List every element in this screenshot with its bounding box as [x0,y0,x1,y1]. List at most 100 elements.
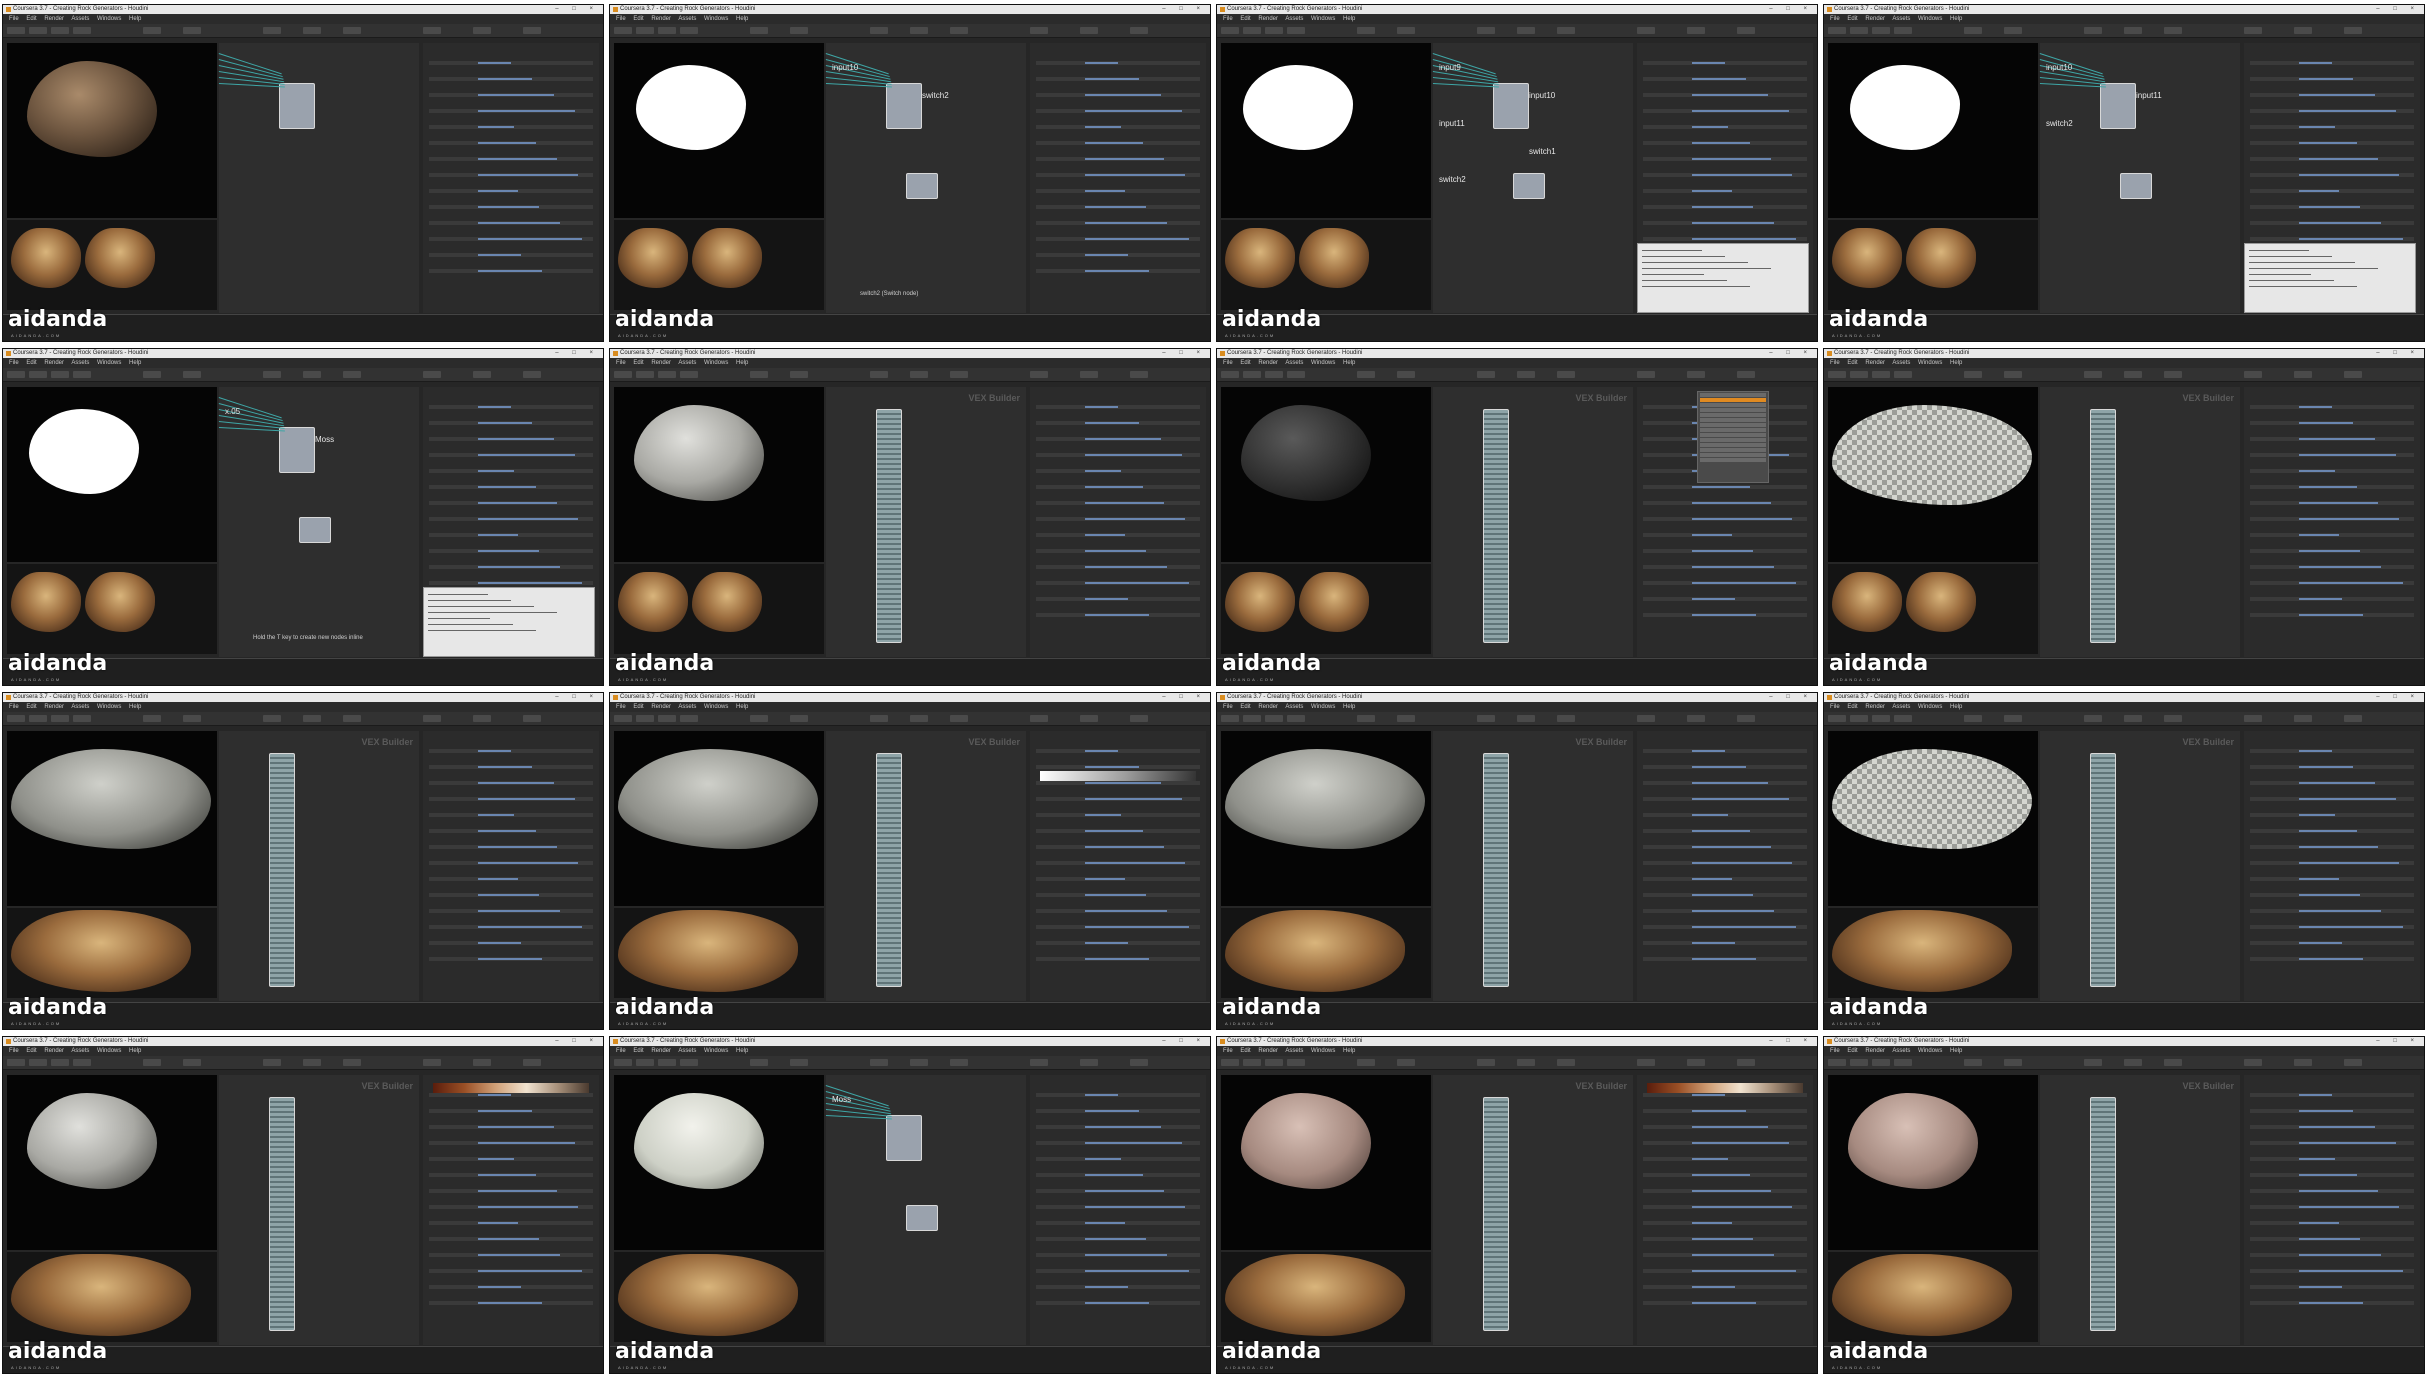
parameter-panel[interactable] [1030,1075,1206,1345]
parameter-slider[interactable] [429,957,593,961]
shelf-tool-button[interactable] [1828,371,1846,378]
window-controls[interactable]: – □ × [1769,5,1813,14]
network-node[interactable] [886,83,922,129]
parameter-slider[interactable] [429,909,593,913]
shelf-tool-button[interactable] [1287,715,1305,722]
parameter-slider[interactable] [1643,237,1807,241]
shelf-tool-button[interactable] [1637,715,1655,722]
shelf-tool-button[interactable] [1687,27,1705,34]
node-network-editor[interactable]: VEX Builder [2040,1075,2240,1345]
parameter-panel[interactable] [423,43,599,313]
shelf-tool-button[interactable] [1030,715,1048,722]
parameter-slider[interactable] [1036,941,1200,945]
shelf-tool-button[interactable] [1477,715,1495,722]
shelf-tool-button[interactable] [343,1059,361,1066]
vop-node-stack[interactable] [876,409,902,643]
shelf-tool-button[interactable] [7,27,25,34]
parameter-slider[interactable] [429,749,593,753]
scene-viewer[interactable] [1828,387,2038,562]
shelf-tool-button[interactable] [950,371,968,378]
shelf-tool-button[interactable] [2294,371,2312,378]
shelf-tool-button[interactable] [2004,1059,2022,1066]
shelf-tool-button[interactable] [263,27,281,34]
parameter-slider[interactable] [1036,1157,1200,1161]
shelf-tool-button[interactable] [1080,371,1098,378]
shelf-tool-button[interactable] [2084,1059,2102,1066]
playbar-timeline[interactable]: aidanda AIDANDA.COM [3,307,603,341]
network-node[interactable] [1513,173,1545,199]
shelf-tool-button[interactable] [1850,27,1868,34]
shelf-tool-button[interactable] [2244,27,2262,34]
parameter-panel[interactable] [2244,1075,2420,1345]
shelf-tool-button[interactable] [343,371,361,378]
shelf-tool-button[interactable] [2124,371,2142,378]
shelf-tool-button[interactable] [1130,1059,1148,1066]
parameter-slider[interactable] [2250,157,2414,161]
vop-node-stack[interactable] [2090,753,2116,987]
window-controls[interactable]: – □ × [1162,349,1206,358]
shelf-tool-button[interactable] [1357,371,1375,378]
shelf-tool-button[interactable] [51,371,69,378]
shelf-tool-button[interactable] [1477,27,1495,34]
parameter-slider[interactable] [429,189,593,193]
shelf-tool-button[interactable] [950,1059,968,1066]
color-ramp[interactable] [1647,1083,1803,1093]
parameter-slider[interactable] [429,1173,593,1177]
dropdown-option[interactable] [1700,438,1766,442]
playbar-timeline[interactable]: aidanda AIDANDA.COM [3,995,603,1029]
window-controls[interactable]: – □ × [1769,693,1813,702]
parameter-slider[interactable] [429,941,593,945]
parameter-slider[interactable] [1643,1189,1807,1193]
shelf-tool-button[interactable] [750,371,768,378]
shelf-tool-button[interactable] [790,371,808,378]
shelf-tool-button[interactable] [1080,1059,1098,1066]
shelf-tool-button[interactable] [1030,1059,1048,1066]
network-node[interactable] [2100,83,2136,129]
vop-node-stack[interactable] [1483,753,1509,987]
parameter-panel[interactable] [2244,387,2420,657]
menu-bar[interactable]: File Edit Render Assets Windows Help [1824,1046,2424,1056]
shelf-tool-button[interactable] [680,715,698,722]
parameter-slider[interactable] [1036,1189,1200,1193]
shelf-tool-button[interactable] [423,371,441,378]
menu-bar[interactable]: File Edit Render Assets Windows Help [610,358,1210,368]
parameter-slider[interactable] [1036,829,1200,833]
parameter-slider[interactable] [1036,157,1200,161]
shelf-tool-button[interactable] [790,1059,808,1066]
parameter-slider[interactable] [2250,581,2414,585]
parameter-slider[interactable] [2250,797,2414,801]
parameter-slider[interactable] [2250,829,2414,833]
menu-bar[interactable]: File Edit Render Assets Windows Help [1217,14,1817,24]
shelf-tool-button[interactable] [2004,715,2022,722]
parameter-slider[interactable] [429,157,593,161]
parameter-slider[interactable] [1643,957,1807,961]
shelf-tool-button[interactable] [1517,27,1535,34]
parameter-slider[interactable] [1643,597,1807,601]
parameter-slider[interactable] [429,405,593,409]
parameter-slider[interactable] [1643,189,1807,193]
shelf-tool-button[interactable] [1517,371,1535,378]
parameter-slider[interactable] [429,845,593,849]
parameter-slider[interactable] [429,861,593,865]
shelf-tool-button[interactable] [1221,27,1239,34]
shelf-tool-button[interactable] [1894,27,1912,34]
shelf-tool-button[interactable] [263,715,281,722]
parameter-slider[interactable] [1036,173,1200,177]
parameter-slider[interactable] [1643,1269,1807,1273]
parameter-slider[interactable] [1036,781,1200,785]
shelf-tool-button[interactable] [1737,27,1755,34]
parameter-slider[interactable] [1036,517,1200,521]
shelf-tool-button[interactable] [343,715,361,722]
parameter-slider[interactable] [2250,237,2414,241]
parameter-slider[interactable] [2250,781,2414,785]
shelf-tool-button[interactable] [1287,1059,1305,1066]
parameter-slider[interactable] [2250,1189,2414,1193]
parameter-slider[interactable] [2250,437,2414,441]
parameter-slider[interactable] [1643,877,1807,881]
vop-node-stack[interactable] [876,753,902,987]
parameter-panel[interactable] [1030,731,1206,1001]
shelf-tool-button[interactable] [2084,27,2102,34]
shelf-tool-button[interactable] [523,715,541,722]
parameter-slider[interactable] [1643,861,1807,865]
parameter-slider[interactable] [2250,1109,2414,1113]
